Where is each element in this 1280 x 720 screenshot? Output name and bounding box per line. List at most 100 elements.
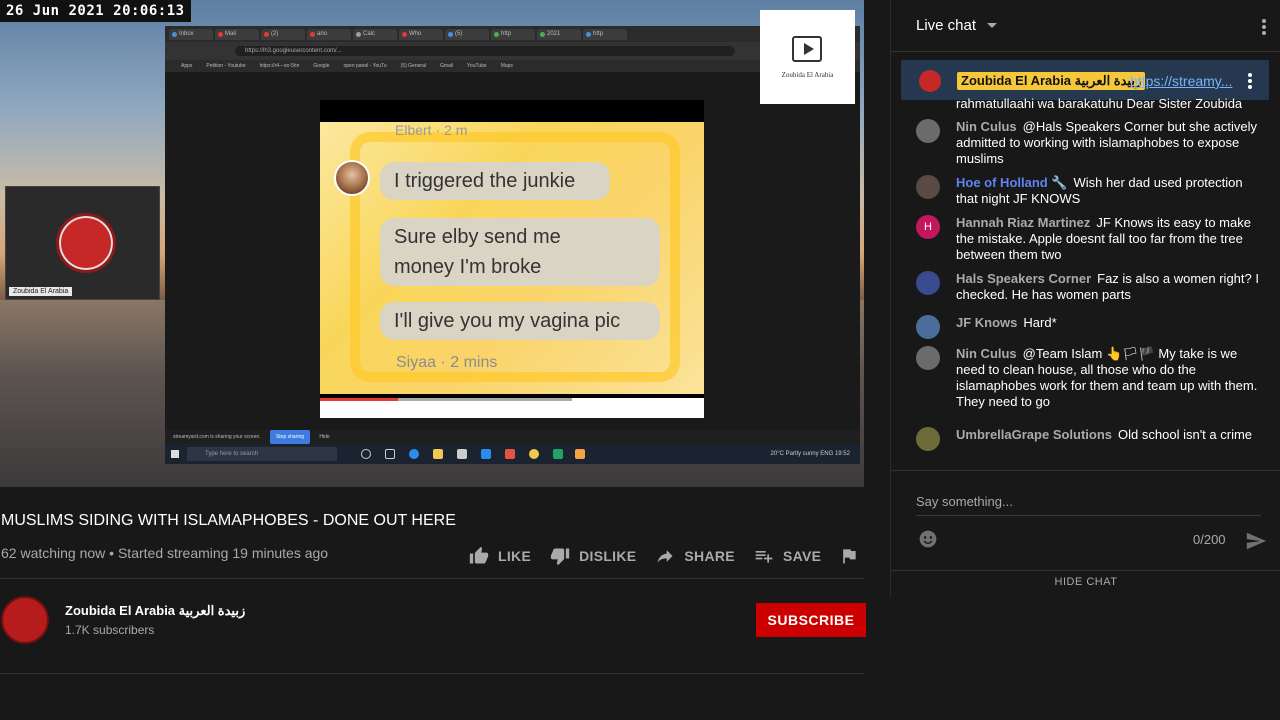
pinned-author-badge: Zoubida El Arabia زبيدة العربية bbox=[957, 72, 1146, 90]
share-label: SHARE bbox=[684, 548, 735, 564]
office-icon bbox=[505, 449, 515, 459]
chrome-icon bbox=[529, 449, 539, 459]
browser-tab: Calc bbox=[353, 29, 397, 40]
report-button[interactable] bbox=[839, 546, 867, 566]
chat-author: Hannah Riaz Martinez bbox=[956, 215, 1091, 230]
char-counter: 0/200 bbox=[1193, 532, 1226, 547]
save-button[interactable]: SAVE bbox=[753, 546, 821, 566]
send-icon[interactable] bbox=[1244, 530, 1268, 552]
browser-tab: http bbox=[583, 29, 627, 40]
chat-author: Nin Culus bbox=[956, 119, 1017, 134]
chat-message: Hals Speakers Corner Faz is also a women … bbox=[916, 271, 1261, 303]
playlist-add-icon bbox=[755, 551, 773, 563]
browser-tab: (2) bbox=[261, 29, 305, 40]
url-field: https://lh3.googleusercontent.com/... bbox=[235, 46, 735, 56]
share-button[interactable]: SHARE bbox=[654, 546, 735, 566]
chat-message: UmbrellaGrape Solutions Old school isn't … bbox=[916, 427, 1261, 451]
dislike-label: DISLIKE bbox=[579, 548, 637, 564]
video-meta: 62 watching now • Started streaming 19 m… bbox=[1, 545, 329, 561]
progress-played bbox=[320, 398, 398, 401]
chat-author: Nin Culus bbox=[956, 346, 1017, 361]
cam-avatar bbox=[56, 213, 116, 273]
windows-taskbar: Type here to search 20°C Partly sunny EN… bbox=[165, 444, 860, 464]
browser-tab: Mail bbox=[215, 29, 259, 40]
user-avatar: H bbox=[916, 215, 940, 239]
save-label: SAVE bbox=[782, 548, 822, 564]
explorer-icon bbox=[433, 449, 443, 459]
chat-mode-dropdown[interactable]: Live chat bbox=[916, 17, 976, 34]
sheets-icon bbox=[553, 449, 563, 459]
screenshot-siyaa-label: Siyaa · 2 mins bbox=[396, 354, 498, 371]
user-avatar bbox=[916, 119, 940, 143]
subscriber-count: 1.7K subscribers bbox=[65, 623, 155, 637]
screenshot-bubble-2: Sure elby send me money I'm broke bbox=[380, 218, 660, 286]
chat-message: H Hannah Riaz Martinez JF Knows its easy … bbox=[916, 215, 1261, 263]
cortana-icon bbox=[361, 449, 371, 459]
chat-header: Live chat bbox=[891, 0, 1280, 52]
share-arrow-icon bbox=[657, 550, 673, 563]
chat-author: UmbrellaGrape Solutions bbox=[956, 427, 1113, 442]
channel-logo-card: Zoubida El Arabia bbox=[760, 10, 855, 104]
chat-message: JF Knows Hard* bbox=[916, 315, 1261, 339]
video-timestamp: 26 Jun 2021 20:06:13 bbox=[0, 0, 191, 22]
more-options-icon[interactable] bbox=[1247, 72, 1253, 90]
pinned-link[interactable]: https://streamy... bbox=[1130, 73, 1240, 89]
chat-message: Hoe of Holland 🔧 Wish her dad used protec… bbox=[916, 175, 1261, 207]
chat-author: Hals Speakers Corner bbox=[956, 271, 1092, 286]
shared-screen: Inbox Mail (2) ano Calc Who (5) http 202… bbox=[165, 26, 860, 464]
thumbs-up-icon bbox=[469, 546, 489, 564]
chat-input[interactable]: Say something... bbox=[916, 494, 1013, 509]
windows-start-icon bbox=[171, 450, 179, 458]
screenshot-avatar bbox=[334, 160, 370, 196]
pinned-message[interactable]: Zoubida El Arabia زبيدة العربية https://… bbox=[901, 60, 1269, 100]
chat-screenshot-frame: Elbert · 2 m I triggered the junkie Sure… bbox=[320, 100, 704, 418]
chat-author: Hoe of Holland 🔧 bbox=[956, 175, 1068, 190]
discord-icon bbox=[916, 271, 940, 295]
video-player[interactable]: 26 Jun 2021 20:06:13 Inbox Mail (2) ano … bbox=[0, 0, 864, 487]
browser-tab: 2021 bbox=[537, 29, 581, 40]
user-avatar bbox=[916, 346, 940, 370]
task-view-icon bbox=[385, 449, 395, 459]
user-avatar bbox=[916, 427, 940, 451]
more-options-icon[interactable] bbox=[1261, 18, 1267, 36]
hide-share-button[interactable]: Hide bbox=[319, 434, 329, 440]
user-avatar bbox=[916, 315, 940, 339]
browser-tab: http bbox=[491, 29, 535, 40]
user-avatar bbox=[916, 175, 940, 199]
screen-share-notice: streamyard.com is sharing your screen. S… bbox=[165, 430, 860, 444]
share-notice-text: streamyard.com is sharing your screen. bbox=[173, 434, 261, 440]
dislike-button[interactable]: DISLIKE bbox=[549, 546, 636, 566]
app-icon bbox=[575, 449, 585, 459]
input-underline bbox=[916, 515, 1261, 516]
like-button[interactable]: LIKE bbox=[468, 546, 531, 566]
section-divider bbox=[0, 673, 864, 674]
channel-avatar[interactable] bbox=[1, 596, 49, 644]
stop-sharing-button[interactable]: Stop sharing bbox=[269, 430, 311, 444]
screenshot-elbert-label: Elbert · 2 m bbox=[395, 122, 468, 138]
browser-tab: Who bbox=[399, 29, 443, 40]
browser-address-bar: https://lh3.googleusercontent.com/... bbox=[165, 42, 860, 60]
live-chat-panel: Live chat Zoubida El Arabia زبيدة العربي… bbox=[890, 0, 1280, 598]
store-icon bbox=[457, 449, 467, 459]
browser-tab: ano bbox=[307, 29, 351, 40]
cam-label: Zoubida El Arabia bbox=[9, 287, 73, 296]
subscribe-button[interactable]: SUBSCRIBE bbox=[756, 603, 866, 637]
emoji-icon[interactable] bbox=[918, 529, 938, 549]
bubble-2-line-1: Sure elby send me bbox=[394, 226, 561, 248]
hide-chat-button[interactable]: HIDE CHAT bbox=[891, 570, 1280, 598]
video-title: MUSLIMS SIDING WITH ISLAMAPHOBES - DONE … bbox=[1, 512, 456, 529]
chat-text: Hard* bbox=[1023, 315, 1057, 330]
chat-author: JF Knows bbox=[956, 315, 1018, 330]
bubble-2-line-2: money I'm broke bbox=[394, 256, 542, 278]
screenshot-bubble-1: I triggered the junkie bbox=[380, 162, 610, 200]
section-divider bbox=[0, 578, 864, 579]
screenshot-bubble-3: I'll give you my vagina pic bbox=[380, 302, 660, 340]
chat-screenshot-image: Elbert · 2 m I triggered the junkie Sure… bbox=[320, 122, 704, 394]
chevron-down-icon[interactable] bbox=[987, 23, 997, 28]
channel-name[interactable]: Zoubida El Arabia زبيدة العربية bbox=[65, 603, 245, 619]
camera-overlay: Zoubida El Arabia bbox=[5, 186, 160, 300]
bookmarks-bar: Apps Petition - Youtube https://r4---sn-5h… bbox=[165, 60, 860, 72]
edge-icon bbox=[409, 449, 419, 459]
video-actions: LIKE DISLIKE SHARE SAVE bbox=[468, 544, 885, 568]
taskbar-search: Type here to search bbox=[187, 447, 337, 461]
